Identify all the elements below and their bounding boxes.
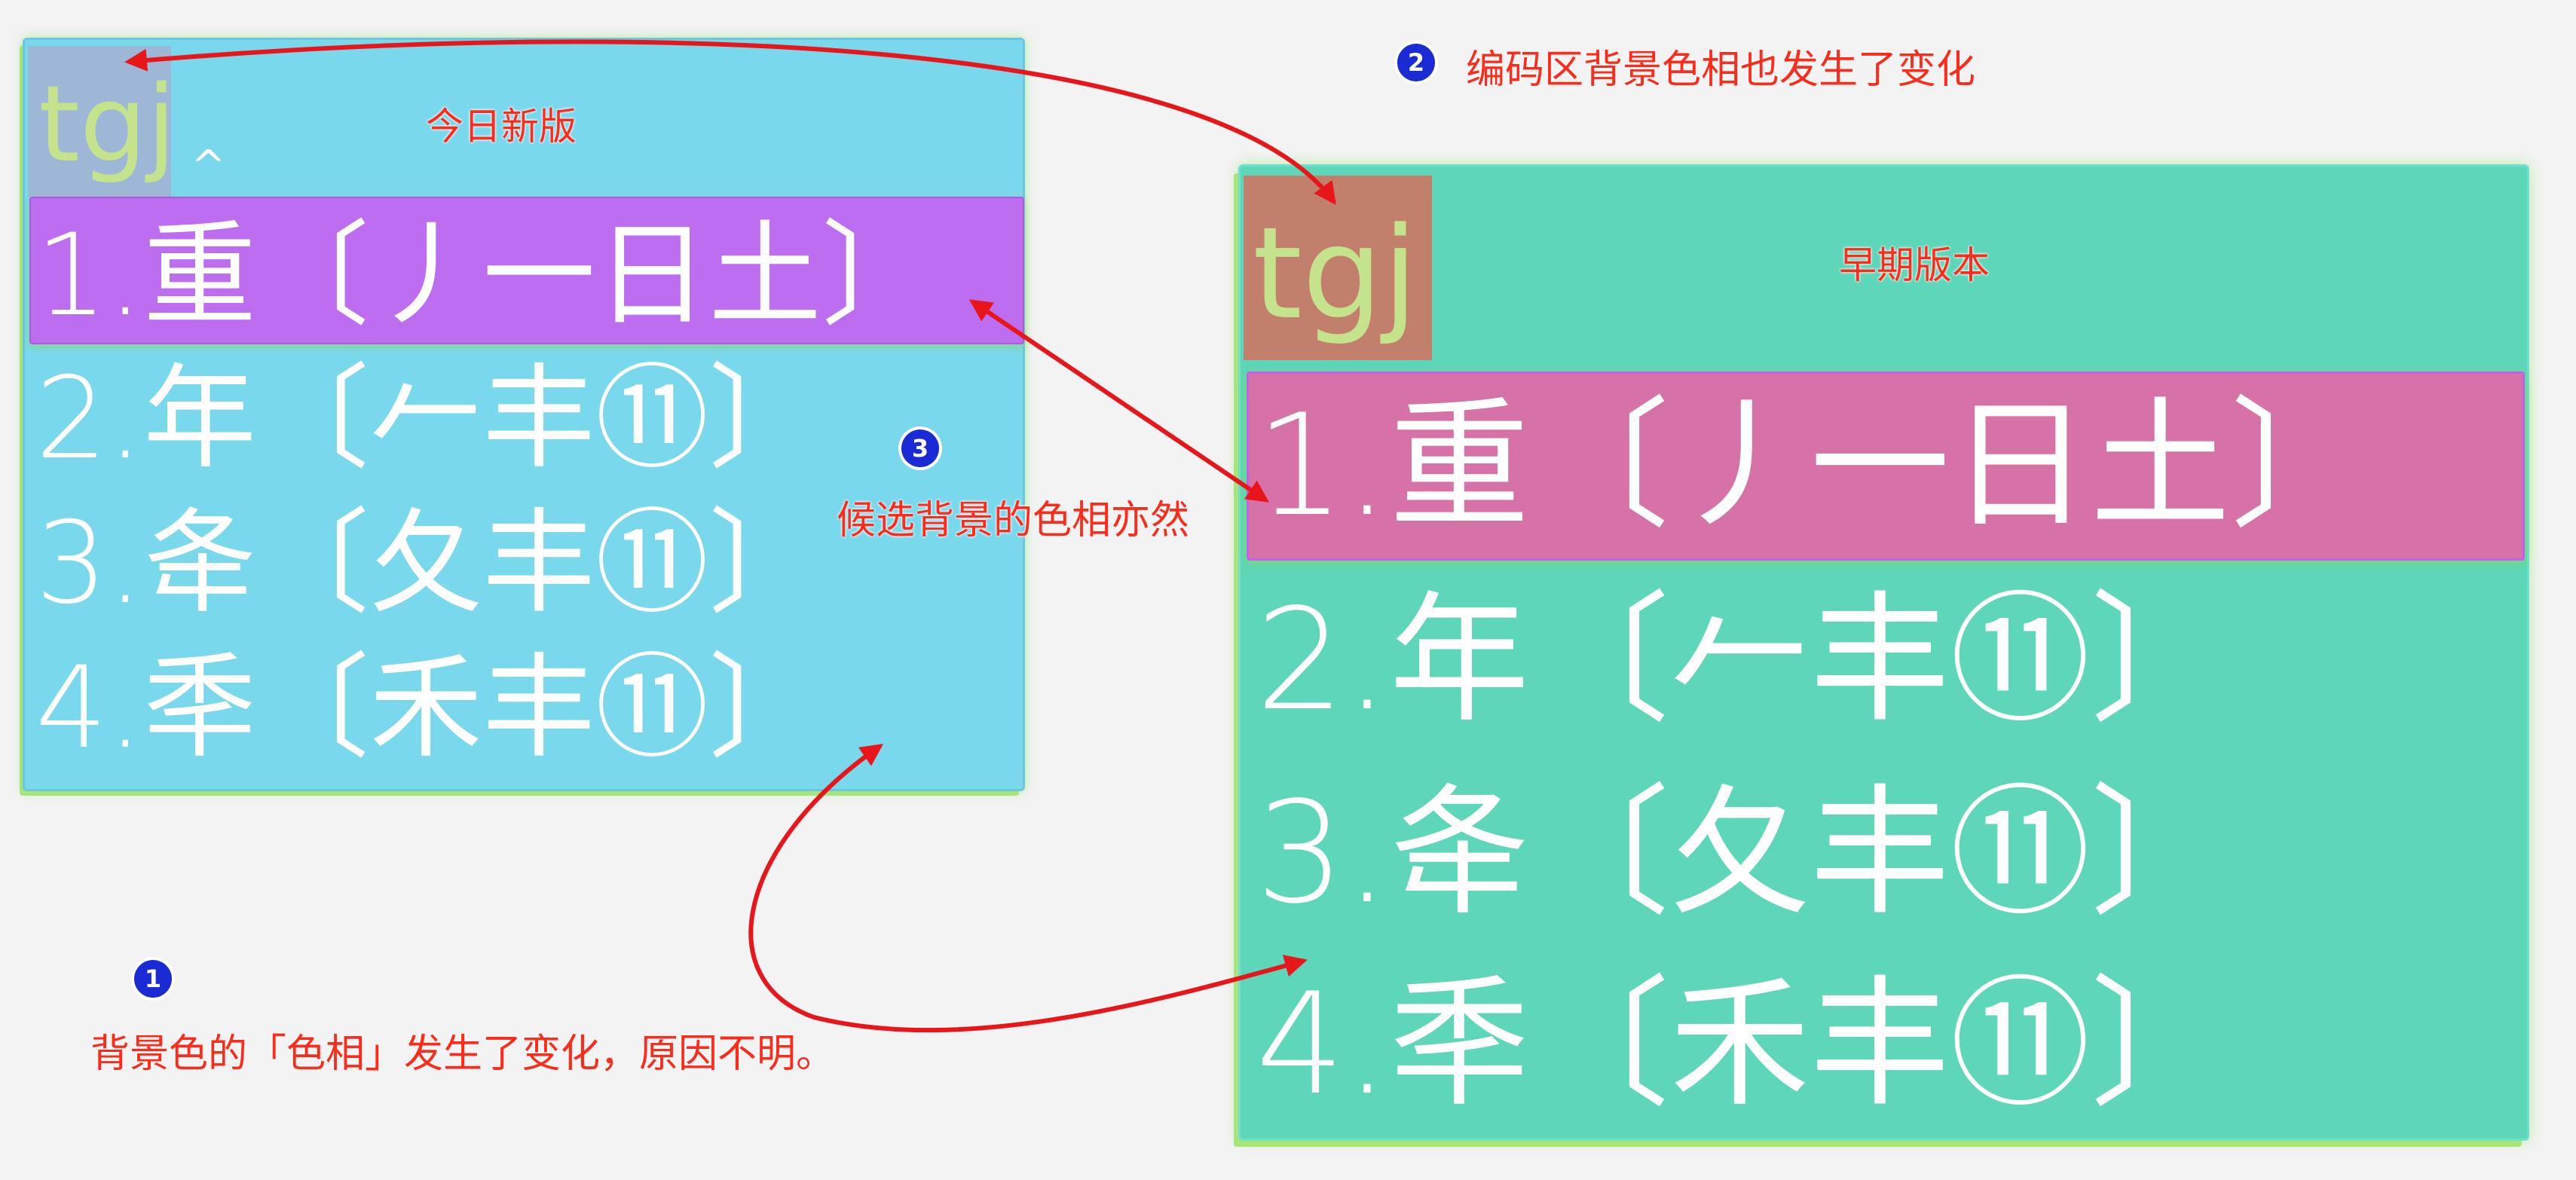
arrow-code-areas bbox=[124, 39, 1336, 206]
annotation-arrows bbox=[124, 39, 1336, 1033]
arrow-backgrounds bbox=[748, 744, 1308, 1033]
arrow-highlights bbox=[968, 299, 1270, 503]
